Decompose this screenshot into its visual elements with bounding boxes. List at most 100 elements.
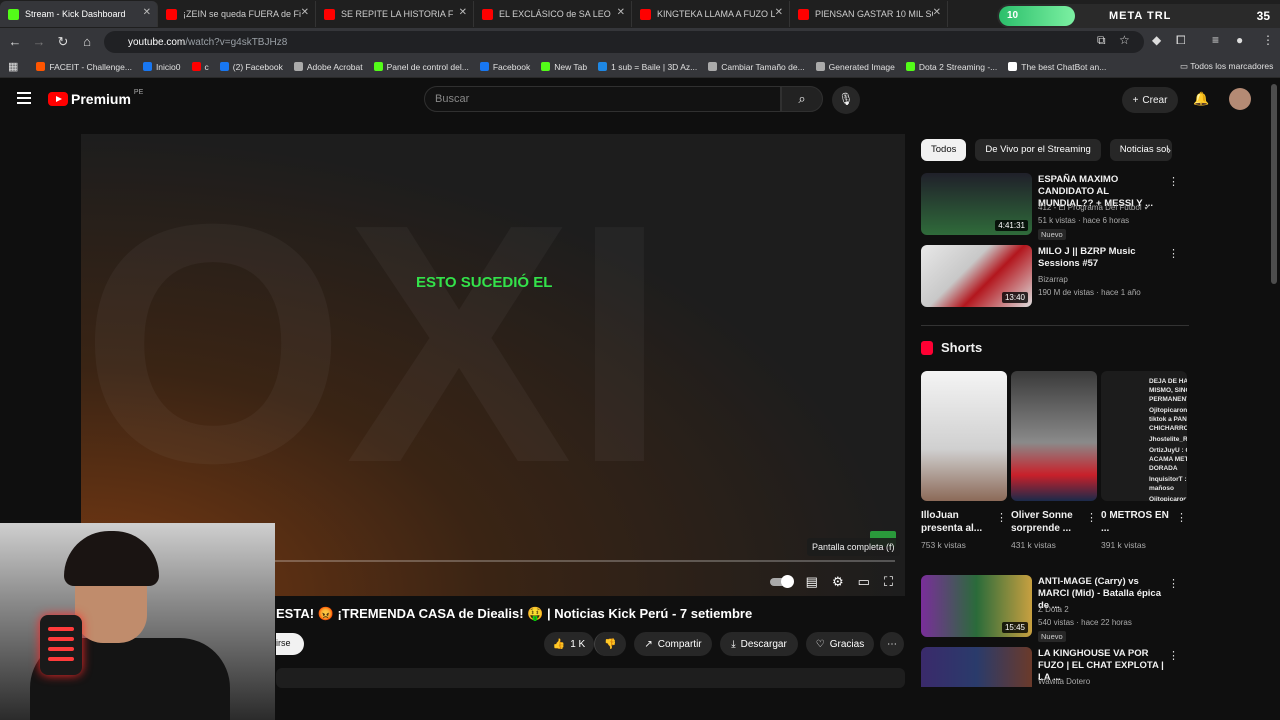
- subtitles-icon[interactable]: ▤: [806, 574, 818, 590]
- close-tab-icon[interactable]: ✕: [775, 7, 783, 18]
- share-icon: ↗: [644, 638, 653, 650]
- share-button[interactable]: ↗ Compartir: [634, 632, 712, 656]
- tab-youtube-5[interactable]: PIENSAN GASTAR 10 MIL SO ✕: [790, 1, 948, 27]
- bookmark-item[interactable]: Dota 2 Streaming -...: [905, 62, 997, 72]
- theater-mode-icon[interactable]: ▭: [858, 574, 870, 590]
- notifications-bell-icon[interactable]: 🔔: [1193, 91, 1209, 107]
- bookmark-item[interactable]: Adobe Acrobat: [293, 62, 363, 72]
- install-icon[interactable]: ⧉: [1097, 33, 1106, 48]
- autoplay-toggle[interactable]: [769, 575, 794, 588]
- short-thumbnail[interactable]: DEJA DE HABLAR DE LO MISMO, SINO DE BAN …: [1101, 371, 1187, 501]
- chip-todos[interactable]: Todos: [921, 139, 967, 161]
- scrollbar[interactable]: [1271, 84, 1277, 284]
- tab-youtube-2[interactable]: SE REPITE LA HISTORIA F ✕: [316, 1, 474, 27]
- shorts-heading: Shorts: [921, 340, 982, 355]
- menu-lines-icon[interactable]: ≡: [1212, 33, 1219, 47]
- more-vert-icon[interactable]: ⋮: [1168, 649, 1179, 662]
- more-vert-icon[interactable]: ⋮: [1086, 511, 1097, 524]
- bookmark-item[interactable]: (2) Facebook: [219, 62, 283, 72]
- extension-icon[interactable]: ◆: [1152, 33, 1161, 47]
- settings-gear-icon[interactable]: ⚙: [832, 574, 844, 590]
- recommended-video[interactable]: 13:40 MILO J || BZRP Music Sessions #57 …: [921, 245, 1179, 309]
- video-caption-text: ESTO SUCEDIÓ EL: [416, 274, 553, 291]
- recommended-video[interactable]: LA KINGHOUSE VA POR FUZO | EL CHAT EXPLO…: [921, 647, 1179, 687]
- bookmark-favicon-icon: [191, 62, 201, 71]
- voice-search-button[interactable]: 🎙: [832, 86, 860, 114]
- bookmark-item[interactable]: Generated Image: [815, 62, 895, 72]
- subscribe-button[interactable]: irse: [276, 633, 304, 655]
- close-tab-icon[interactable]: ✕: [459, 7, 467, 18]
- tab-youtube-3[interactable]: EL EXCLÁSICO de SA LEO ✕: [474, 1, 632, 27]
- bookmark-favicon-icon: [293, 62, 303, 71]
- tab-kick-dashboard[interactable]: Stream - Kick Dashboard ✕: [0, 1, 158, 27]
- recommended-video[interactable]: 15:45 ANTI-MAGE (Carry) vs MARCI (Mid) -…: [921, 575, 1179, 642]
- video-thumbnail[interactable]: [921, 647, 1032, 687]
- tab-youtube-4[interactable]: KINGTEKA LLAMA A FUZO LO ✕: [632, 1, 790, 27]
- bookmark-item[interactable]: 1 sub = Baile | 3D Az...: [598, 62, 697, 72]
- bookmark-item[interactable]: Panel de control del...: [373, 62, 469, 72]
- short-thumbnail[interactable]: [1011, 371, 1097, 501]
- chevron-right-icon[interactable]: ›: [1167, 143, 1171, 157]
- bookmark-item[interactable]: The best ChatBot an...: [1008, 62, 1106, 72]
- short-item[interactable]: Oliver Sonne sorprende ... 431 k vistas …: [1011, 371, 1097, 550]
- more-vert-icon[interactable]: ⋮: [1176, 511, 1187, 524]
- more-vert-icon[interactable]: ⋮: [1168, 247, 1179, 260]
- short-item[interactable]: DEJA DE HABLAR DE LO MISMO, SINO DE BAN …: [1101, 371, 1187, 550]
- forward-icon[interactable]: →: [27, 34, 51, 49]
- create-button[interactable]: + Crear: [1122, 87, 1178, 113]
- bookmark-item[interactable]: FACEIT - Challenge...: [36, 62, 132, 72]
- bookmark-item[interactable]: New Tab: [541, 62, 587, 72]
- more-actions-button[interactable]: ⋯: [880, 632, 904, 656]
- bookmark-star-icon[interactable]: ☆: [1119, 33, 1130, 47]
- fullscreen-icon[interactable]: ⛶: [884, 574, 893, 590]
- video-thumbnail[interactable]: 4:41:31: [921, 173, 1032, 235]
- channel-name[interactable]: Wawita Dotero: [1038, 677, 1090, 686]
- url-field[interactable]: youtube.com/watch?v=g4skTBJHz8: [104, 31, 1144, 53]
- close-tab-icon[interactable]: ✕: [143, 7, 151, 18]
- chat-line: Ojitopicaron007 : TIKTOK Y TWIT: [1149, 496, 1187, 501]
- short-title[interactable]: IlloJuan presenta al...: [921, 509, 991, 535]
- account-avatar[interactable]: [1229, 88, 1251, 110]
- chip-noticias[interactable]: Noticias sol: [1109, 139, 1172, 161]
- search-input[interactable]: Buscar: [424, 86, 781, 112]
- close-tab-icon[interactable]: ✕: [301, 7, 309, 18]
- more-vert-icon[interactable]: ⋮: [1168, 577, 1179, 590]
- all-bookmarks[interactable]: ▭ Todos los marcadores: [1180, 61, 1273, 72]
- description-box[interactable]: [276, 668, 905, 688]
- channel-name[interactable]: Z Dota 2: [1038, 605, 1069, 614]
- close-tab-icon[interactable]: ✕: [933, 7, 941, 18]
- puzzle-icon[interactable]: ⧠: [1176, 33, 1186, 48]
- profile-icon[interactable]: ●: [1236, 33, 1243, 47]
- like-button[interactable]: 👍 1 K: [544, 632, 594, 656]
- download-button[interactable]: ⤓ Descargar: [720, 632, 798, 656]
- youtube-premium-logo[interactable]: Premium PE: [48, 89, 143, 107]
- short-thumbnail[interactable]: [921, 371, 1007, 501]
- channel-name[interactable]: Bizarrap: [1038, 275, 1068, 284]
- apps-grid-icon[interactable]: ▦: [8, 60, 18, 73]
- chip-de-vivo[interactable]: De Vivo por el Streaming: [975, 139, 1101, 161]
- thanks-button[interactable]: ♡ Gracias: [806, 632, 874, 656]
- channel-name[interactable]: 412 - El Programa Del Fútbol ✔: [1038, 203, 1151, 212]
- tab-youtube-1[interactable]: ¡ZEIN se queda FUERA de Fi ✕: [158, 1, 316, 27]
- short-item[interactable]: IlloJuan presenta al... 753 k vistas ⋮: [921, 371, 1007, 550]
- close-tab-icon[interactable]: ✕: [617, 7, 625, 18]
- dislike-button[interactable]: 👎: [594, 632, 626, 656]
- short-title[interactable]: 0 METROS EN ...: [1101, 509, 1171, 535]
- recommended-video[interactable]: 4:41:31 ESPAÑA MAXIMO CANDIDATO AL MUNDI…: [921, 173, 1179, 240]
- back-icon[interactable]: ←: [3, 34, 27, 49]
- short-title[interactable]: Oliver Sonne sorprende ...: [1011, 509, 1081, 535]
- more-vert-icon[interactable]: ⋮: [1262, 33, 1274, 47]
- home-icon[interactable]: ⌂: [75, 34, 99, 49]
- video-thumbnail[interactable]: 13:40: [921, 245, 1032, 307]
- bookmark-item[interactable]: c: [191, 62, 209, 72]
- more-vert-icon[interactable]: ⋮: [996, 511, 1007, 524]
- search-button[interactable]: ⌕: [781, 86, 823, 112]
- hamburger-menu-icon[interactable]: [17, 92, 31, 107]
- bookmark-item[interactable]: Inicio0: [142, 62, 181, 72]
- reload-icon[interactable]: ↻: [51, 34, 75, 50]
- video-thumbnail[interactable]: 15:45: [921, 575, 1032, 637]
- more-vert-icon[interactable]: ⋮: [1168, 175, 1179, 188]
- video-title[interactable]: MILO J || BZRP Music Sessions #57: [1038, 246, 1166, 270]
- bookmark-item[interactable]: Facebook: [479, 62, 530, 72]
- bookmark-item[interactable]: Cambiar Tamaño de...: [708, 62, 805, 72]
